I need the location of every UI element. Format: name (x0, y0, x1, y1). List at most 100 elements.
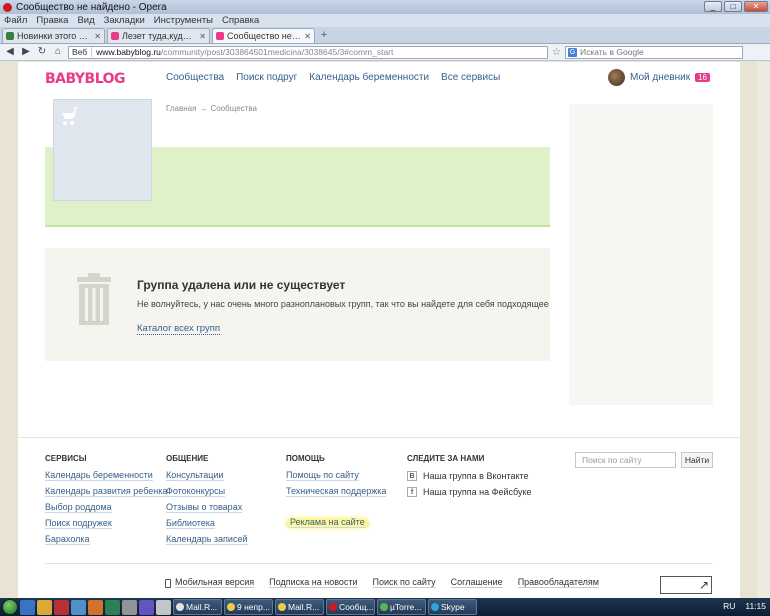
windows-taskbar: Mail.R... 9 непр... Mail.R... Сообщ... µ… (0, 598, 770, 616)
group-deleted-notice: Группа удалена или не существует Не волн… (45, 248, 550, 361)
home-icon[interactable]: ⌂ (52, 46, 64, 58)
taskbar-label: 9 непр... (237, 602, 270, 612)
taskbar-button[interactable]: Skype (428, 599, 477, 615)
footer-link[interactable]: Консультации (166, 471, 224, 481)
google-icon: G (567, 47, 577, 57)
minimize-button[interactable]: _ (704, 1, 722, 12)
footer-link[interactable]: Техническая поддержка (286, 487, 387, 497)
bookmark-star-icon[interactable]: ☆ (552, 47, 561, 58)
footer-link[interactable]: Помощь по сайту (286, 471, 359, 481)
app-icon[interactable] (139, 599, 154, 615)
top-nav: Сообщества Поиск подруг Календарь береме… (166, 72, 500, 83)
facebook-icon: f (407, 487, 417, 497)
tab-favicon-icon (216, 32, 224, 40)
vk-group-link[interactable]: В Наша группа в Вконтакте (407, 471, 532, 481)
my-diary[interactable]: Мой дневник 16 (608, 69, 710, 86)
app-icon[interactable] (88, 599, 103, 615)
browser-tab[interactable]: Лезет туда,куда не про... ✕ (107, 28, 210, 43)
taskbar-button[interactable]: Mail.R... (173, 599, 222, 615)
group-catalog-link[interactable]: Каталог всех групп (137, 323, 221, 335)
clock[interactable]: 11:15 (745, 601, 766, 611)
taskbar-label: Skype (441, 602, 465, 612)
site-search: Поиск по сайту Найти (575, 452, 713, 468)
footer-link[interactable]: Календарь записей (166, 535, 248, 545)
site-search-button[interactable]: Найти (681, 452, 713, 468)
reload-icon[interactable]: ↻ (36, 46, 48, 58)
taskbar-button[interactable]: 9 непр... (224, 599, 273, 615)
breadcrumb-communities[interactable]: Сообщества (210, 104, 256, 113)
tab-close-icon[interactable]: ✕ (94, 32, 101, 41)
footer-heading: СЛЕДИТЕ ЗА НАМИ (407, 454, 485, 463)
tab-close-icon[interactable]: ✕ (199, 32, 206, 41)
footer-link[interactable]: Барахолка (45, 535, 90, 545)
browser-tab[interactable]: Новинки этого сезона... ✕ (2, 28, 105, 43)
breadcrumb-home[interactable]: Главная (166, 104, 196, 113)
notice-title: Группа удалена или не существует (137, 278, 346, 292)
bottom-link[interactable]: Соглашение (450, 578, 503, 588)
close-button[interactable]: ✕ (744, 1, 768, 12)
app-icon[interactable] (122, 599, 137, 615)
facebook-group-link[interactable]: f Наша группа на Фейсбуке (407, 487, 532, 497)
forward-icon[interactable]: ▶ (20, 46, 32, 58)
maximize-button[interactable]: □ (724, 1, 742, 12)
footer-link[interactable]: Календарь беременности (45, 471, 153, 481)
menu-bookmarks[interactable]: Закладки (104, 15, 145, 26)
explorer-icon[interactable] (20, 599, 35, 615)
google-search-field[interactable]: G Искать в Google (564, 45, 743, 59)
media-icon[interactable] (54, 599, 69, 615)
social-label[interactable]: Наша группа в Вконтакте (423, 471, 529, 481)
nav-pregnancy-calendar[interactable]: Календарь беременности (309, 72, 429, 83)
menu-bar: Файл Правка Вид Закладки Инструменты Спр… (0, 14, 770, 27)
social-label[interactable]: Наша группа на Фейсбуке (423, 487, 532, 497)
menu-help[interactable]: Справка (222, 15, 259, 26)
window-controls: _ □ ✕ (704, 1, 768, 12)
avatar[interactable] (608, 69, 625, 86)
footer-heading: СЕРВИСЫ (45, 454, 87, 463)
footer-link[interactable]: Библиотека (166, 519, 215, 529)
app-icon[interactable] (156, 599, 171, 615)
footer-link[interactable]: Фотоконкурсы (166, 487, 226, 497)
nav-all-services[interactable]: Все сервисы (441, 72, 500, 83)
mail-icon (227, 603, 235, 611)
site-search-input[interactable]: Поиск по сайту (575, 452, 676, 468)
browser-tab-active[interactable]: Сообщество не найде... ✕ (212, 28, 315, 43)
url-field[interactable]: Веб www.babyblog.ru/community/post/30386… (68, 45, 548, 59)
taskbar-label: µTorre... (390, 602, 422, 612)
new-tab-button[interactable]: + (317, 29, 331, 43)
system-tray: RU 11:15 (723, 601, 766, 611)
folder-icon[interactable] (37, 599, 52, 615)
nav-find-friends[interactable]: Поиск подруг (236, 72, 297, 83)
start-button[interactable] (2, 599, 18, 615)
footer-link[interactable]: Выбор роддома (45, 503, 112, 513)
app-icon[interactable] (71, 599, 86, 615)
footer-link[interactable]: Календарь развития ребенка (45, 487, 168, 497)
menu-tools[interactable]: Инструменты (154, 15, 213, 26)
language-indicator[interactable]: RU (723, 601, 735, 611)
bottom-link[interactable]: Поиск по сайту (372, 578, 436, 588)
bottom-link[interactable]: Подписка на новости (269, 578, 358, 588)
footer-column-help: ПОМОЩЬ Помощь по сайту Техническая подде… (286, 454, 387, 528)
tab-label: Сообщество не найде... (227, 31, 301, 41)
tab-close-icon[interactable]: ✕ (304, 32, 311, 41)
back-icon[interactable]: ◀ (4, 46, 16, 58)
corner-logo-icon[interactable]: ↗ (660, 576, 712, 594)
footer-link[interactable]: Отзывы о товарах (166, 503, 243, 513)
opera-icon (3, 2, 12, 12)
diary-label[interactable]: Мой дневник (630, 72, 690, 83)
footer-link-advertising[interactable]: Реклама на сайте (286, 518, 369, 528)
taskbar-button[interactable]: µTorre... (377, 599, 426, 615)
nav-communities[interactable]: Сообщества (166, 72, 224, 83)
bottom-link[interactable]: Правообладателям (517, 578, 599, 588)
taskbar-button[interactable]: Сообщ... (326, 599, 375, 615)
page-scrollbar[interactable] (757, 62, 770, 598)
menu-view[interactable]: Вид (77, 15, 94, 26)
url-domain: www.babyblog.ru (96, 47, 161, 57)
taskbar-button[interactable]: Mail.R... (275, 599, 324, 615)
url-path: /community/post/303864501medicina/303864… (160, 47, 394, 57)
menu-edit[interactable]: Правка (36, 15, 68, 26)
menu-file[interactable]: Файл (4, 15, 27, 26)
bottom-link[interactable]: Мобильная версия (175, 578, 255, 588)
app-icon[interactable] (105, 599, 120, 615)
babyblog-logo[interactable]: BABYBLOG (45, 71, 126, 87)
footer-link[interactable]: Поиск подружек (45, 519, 112, 529)
